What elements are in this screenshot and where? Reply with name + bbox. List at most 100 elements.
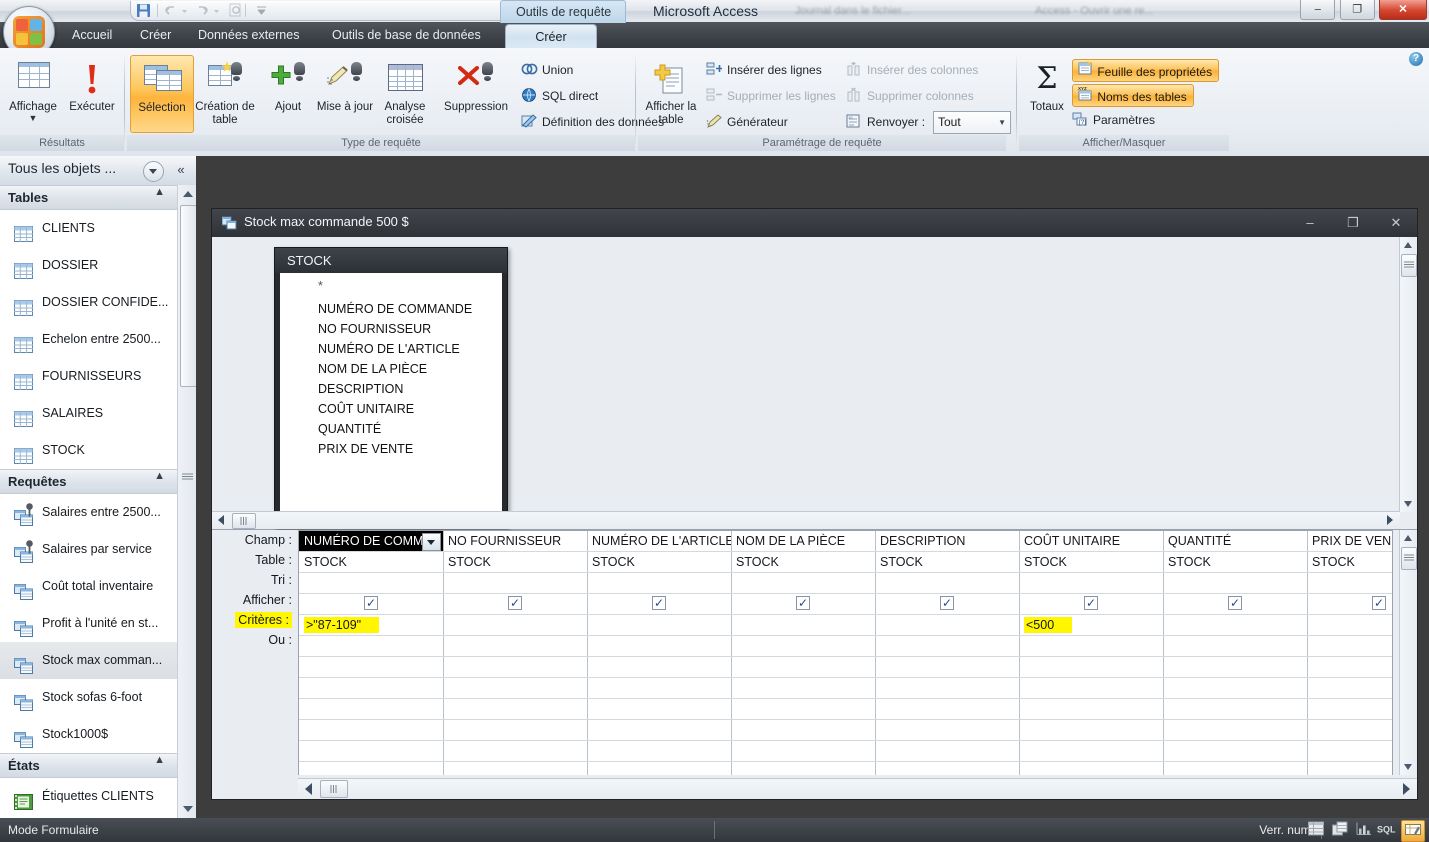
sql-view-icon[interactable]: SQL (1377, 820, 1399, 840)
grid-column[interactable]: NO FOURNISSEUR STOCK (443, 531, 588, 775)
noms-tables-toggle[interactable]: XYZ Noms des tables (1072, 84, 1194, 107)
grid-cell-field[interactable]: PRIX DE VEN (1307, 531, 1392, 552)
grid-cell-blank[interactable] (875, 741, 1019, 762)
grid-cell-table[interactable]: STOCK (1019, 552, 1163, 573)
grid-column[interactable]: COÛT UNITAIRE STOCK <500 (1019, 531, 1164, 775)
grid-cell-blank[interactable] (875, 762, 1019, 775)
selection-query-button[interactable]: Sélection (130, 55, 194, 133)
suppression-query-button[interactable]: Suppression (440, 55, 512, 114)
grid-cell-field[interactable]: NOM DE LA PIÈCE (731, 531, 875, 552)
grid-cell-sort[interactable] (1163, 573, 1307, 594)
grid-cell-table[interactable]: STOCK (875, 552, 1019, 573)
customize-qat-icon[interactable] (254, 3, 269, 18)
navigation-pane-header[interactable]: Tous les objets ... « (0, 156, 196, 186)
analyse-croisee-query-button[interactable]: Analyse croisée (370, 55, 440, 127)
grid-column[interactable]: NOM DE LA PIÈCE STOCK (731, 531, 876, 775)
grid-cell-blank[interactable] (587, 678, 731, 699)
view-switch-buttons[interactable]: SQL (1303, 820, 1425, 842)
grid-cell-blank[interactable] (1307, 720, 1392, 741)
grid-cell-or[interactable] (1019, 636, 1163, 657)
query-design-grid-pane[interactable]: Champ : Table : Tri : Afficher : Critères : O… (212, 530, 1417, 799)
grid-cell-blank[interactable] (1019, 657, 1163, 678)
grid-cell-blank[interactable] (443, 699, 587, 720)
show-checkbox[interactable] (508, 594, 522, 613)
nav-item-profit-l-unit-en-st[interactable]: Profit à l'unité en st... (0, 605, 177, 642)
grid-cell-blank[interactable] (587, 699, 731, 720)
grid-cell-criteria[interactable]: <500 (1019, 615, 1163, 636)
afficher-table-button[interactable]: Afficher la table (640, 55, 702, 127)
grid-cell-field[interactable]: NUMÉRO DE COMM (299, 531, 443, 552)
parametres-button[interactable]: [?] Paramètres (1072, 109, 1155, 131)
window-controls[interactable]: – ❐ ✕ (1299, 0, 1427, 20)
grid-cell-blank[interactable] (443, 678, 587, 699)
grid-cell-blank[interactable] (875, 678, 1019, 699)
grid-column[interactable]: NUMÉRO DE COMM STOCK >"87-109" (299, 531, 444, 775)
grid-cell-criteria[interactable] (1307, 615, 1392, 636)
design-view-icon[interactable] (1401, 820, 1425, 842)
grid-cell-blank[interactable] (1163, 720, 1307, 741)
grid-cell-blank[interactable] (299, 741, 443, 762)
grid-cell-blank[interactable] (731, 699, 875, 720)
grid-field-dropdown-icon[interactable] (422, 533, 441, 551)
feuille-proprietes-toggle[interactable]: Feuille des propriétés (1072, 59, 1220, 82)
grid-cell-blank[interactable] (299, 699, 443, 720)
field-list-item[interactable]: QUANTITÉ (280, 419, 502, 439)
show-checkbox[interactable] (1084, 594, 1098, 613)
nav-item-dossier[interactable]: DOSSIER (0, 247, 177, 284)
grid-cell-blank[interactable] (1163, 699, 1307, 720)
window-minimize-button[interactable]: – (1300, 0, 1336, 20)
nav-item-clients[interactable]: CLIENTS (0, 210, 177, 247)
chevron-up-icon[interactable]: ▲ (154, 755, 165, 766)
scroll-up-icon[interactable] (1400, 237, 1417, 253)
nav-item-co-t-total-inventaire[interactable]: Coût total inventaire (0, 568, 177, 605)
datasheet-view-icon[interactable] (1305, 820, 1327, 840)
show-checkbox[interactable] (652, 594, 666, 613)
creation-table-query-button[interactable]: Création de table (194, 55, 256, 127)
grid-cell-field[interactable]: QUANTITÉ (1163, 531, 1307, 552)
field-list-item-all[interactable]: * (280, 273, 502, 299)
nav-item-salaires-entre-2500[interactable]: Salaires entre 2500... (0, 494, 177, 531)
grid-cell-show[interactable] (587, 594, 731, 615)
executer-button[interactable]: Exécuter (61, 55, 123, 114)
grid-cell-blank[interactable] (1019, 678, 1163, 699)
grid-cell-blank[interactable] (731, 657, 875, 678)
chevron-down-icon[interactable] (143, 161, 164, 182)
nav-item-dossier-confide[interactable]: DOSSIER CONFIDE... (0, 284, 177, 321)
grid-column[interactable]: PRIX DE VEN STOCK (1307, 531, 1392, 775)
field-list-item[interactable]: NUMÉRO DE L'ARTICLE (280, 339, 502, 359)
show-checkbox[interactable] (1228, 594, 1242, 613)
nav-item-stock1000[interactable]: Stock1000$ (0, 716, 177, 753)
scroll-left-icon[interactable] (213, 512, 230, 528)
grid-cell-blank[interactable] (731, 720, 875, 741)
grid-cell-sort[interactable] (731, 573, 875, 594)
grid-cell-blank[interactable] (1307, 678, 1392, 699)
field-list-item[interactable]: DESCRIPTION (280, 379, 502, 399)
inserer-lignes-button[interactable]: Insérer des lignes (706, 59, 822, 81)
grid-cell-table[interactable]: STOCK (587, 552, 731, 573)
grid-cell-blank[interactable] (1163, 678, 1307, 699)
grid-cell-blank[interactable] (731, 678, 875, 699)
grid-cell-blank[interactable] (443, 762, 587, 775)
grid-cell-blank[interactable] (443, 657, 587, 678)
scroll-up-icon[interactable] (1400, 530, 1417, 546)
renvoyer-label-button[interactable]: 10 Renvoyer : (846, 111, 925, 133)
scroll-left-icon[interactable] (300, 780, 317, 797)
tab-creer-contextual[interactable]: Créer (505, 24, 597, 49)
grid-vscrollbar[interactable] (1399, 530, 1417, 775)
sql-direct-button[interactable]: SQL direct (521, 85, 598, 107)
grid-cell-blank[interactable] (875, 657, 1019, 678)
grid-cell-sort[interactable] (299, 573, 443, 594)
save-icon[interactable] (136, 3, 151, 18)
grid-cell-show[interactable] (1019, 594, 1163, 615)
query-window-close-button[interactable]: ✕ (1379, 211, 1413, 235)
scroll-right-icon[interactable] (1398, 780, 1415, 797)
show-checkbox[interactable] (796, 594, 810, 613)
grid-cell-blank[interactable] (587, 720, 731, 741)
field-list-item[interactable]: NUMÉRO DE COMMANDE (280, 299, 502, 319)
pivotchart-view-icon[interactable] (1353, 820, 1375, 840)
grid-cell-criteria[interactable] (1163, 615, 1307, 636)
field-list-item[interactable]: NO FOURNISSEUR (280, 319, 502, 339)
grid-cell-blank[interactable] (1019, 762, 1163, 775)
grid-cell-show[interactable] (1163, 594, 1307, 615)
undo-icon[interactable] (163, 3, 178, 18)
